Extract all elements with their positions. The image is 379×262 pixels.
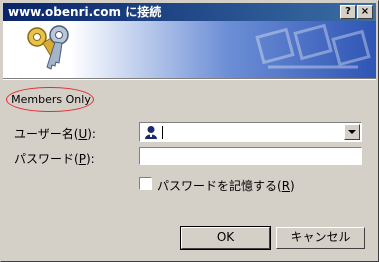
username-combobox[interactable] — [139, 122, 362, 142]
network-watermark-icon — [255, 23, 371, 69]
keys-icon — [27, 25, 69, 70]
password-label: パスワード(P): — [14, 150, 95, 167]
username-label-post: ): — [87, 127, 96, 141]
titlebar: www.obenri.com に接続 ? × — [3, 3, 376, 21]
username-dropdown-button[interactable] — [344, 124, 360, 140]
password-field[interactable] — [139, 147, 362, 165]
chevron-down-icon — [348, 130, 356, 134]
remember-label-post: ) — [290, 179, 295, 193]
username-label-key: U — [78, 127, 88, 141]
divider — [3, 79, 376, 80]
realm-text: Members Only — [11, 93, 91, 106]
username-label: ユーザー名(U): — [14, 125, 96, 142]
help-button[interactable]: ? — [340, 5, 356, 19]
username-label-pre: ユーザー名( — [14, 127, 79, 141]
user-icon — [145, 126, 157, 139]
cancel-button[interactable]: キャンセル — [276, 227, 365, 249]
realm-highlight: Members Only — [6, 87, 94, 112]
password-label-post: ): — [85, 152, 95, 166]
remember-label-key: R — [281, 179, 291, 193]
window-title: www.obenri.com に接続 — [8, 5, 162, 19]
ok-button[interactable]: OK — [180, 226, 271, 250]
remember-password-label[interactable]: パスワードを記憶する(R) — [157, 177, 295, 194]
close-button[interactable]: × — [357, 5, 373, 19]
login-dialog: www.obenri.com に接続 ? × Members Only ユーザー… — [0, 0, 379, 262]
text-caret — [162, 126, 163, 139]
password-label-key: P — [78, 152, 86, 166]
remember-label-pre: パスワードを記憶する( — [157, 179, 282, 193]
password-label-pre: パスワード( — [14, 152, 79, 166]
remember-password-checkbox[interactable] — [139, 177, 152, 190]
banner — [3, 21, 376, 78]
